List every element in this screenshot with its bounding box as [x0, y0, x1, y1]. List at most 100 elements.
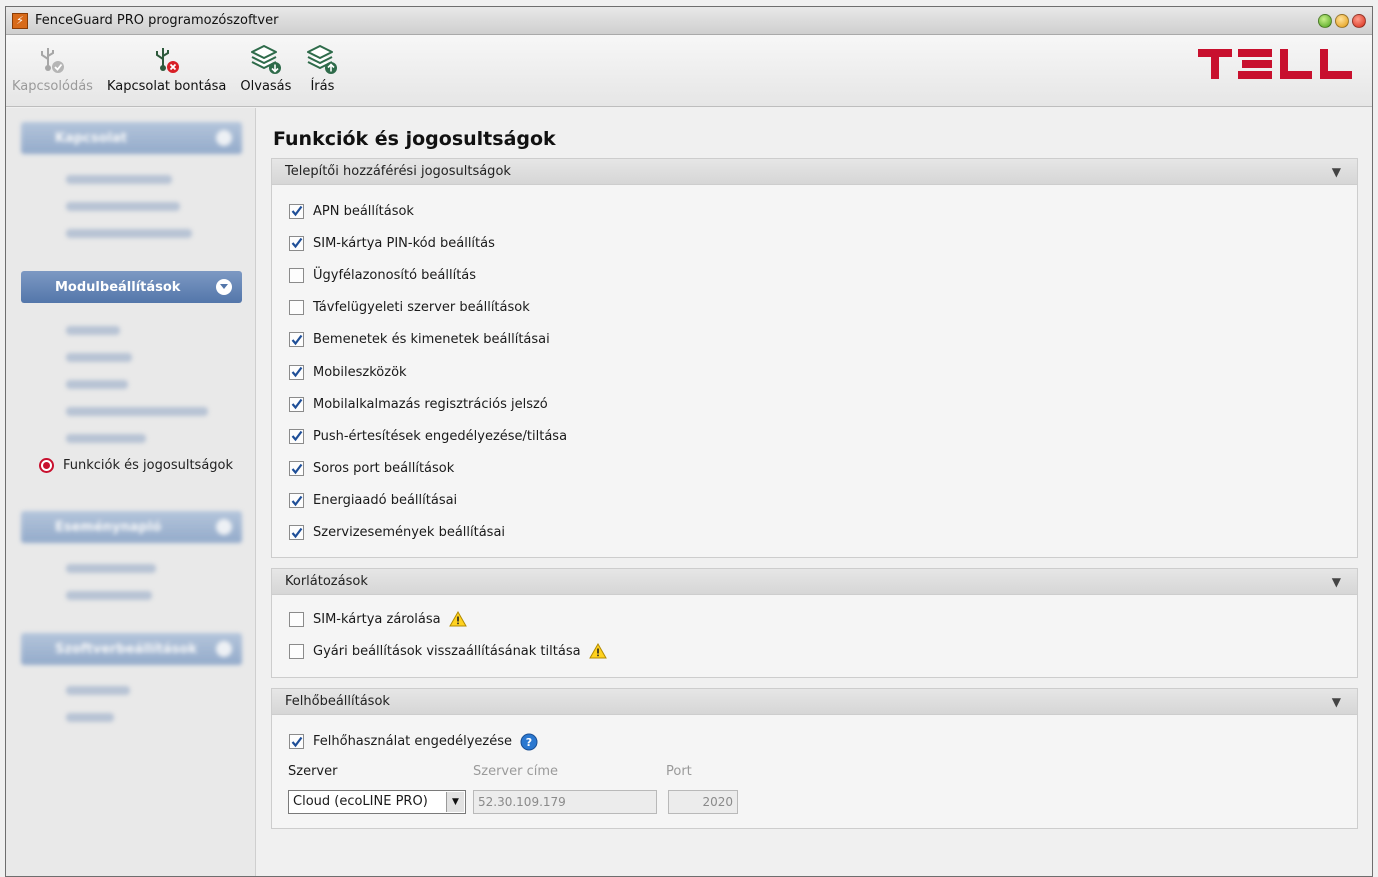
server-address-label: Szerver címe [473, 763, 559, 779]
sidebar-item[interactable] [66, 193, 255, 220]
permission-checkbox-row[interactable]: Távfelügyeleti szerver beállítások [272, 292, 1357, 324]
page-title: Funkciók és jogosultságok [273, 128, 556, 150]
permission-checkbox-row[interactable]: Mobileszközök [272, 356, 1357, 388]
sidebar-item[interactable] [66, 220, 255, 247]
sidebar-item[interactable] [66, 398, 255, 425]
chevron-icon [216, 641, 232, 657]
tell-logo [1198, 47, 1360, 85]
checkbox[interactable] [289, 611, 304, 627]
maximize-button[interactable] [1335, 13, 1349, 28]
sidebar-item[interactable] [66, 555, 255, 582]
server-label: Szerver [288, 763, 338, 779]
connect-label: Kapcsolódás [12, 79, 93, 94]
permission-checkbox-row[interactable]: Mobilalkalmazás regisztrációs jelszó [272, 388, 1357, 420]
port-value: 2020 [702, 794, 733, 809]
panel-header[interactable]: Korlátozások ▼ [272, 569, 1357, 596]
disconnect-label: Kapcsolat bontása [106, 79, 227, 94]
checkbox-label: Bemenetek és kimenetek beállításai [313, 332, 550, 348]
checkbox[interactable] [289, 332, 304, 348]
sidebar-group-software-settings[interactable]: Szoftverbeállítások [21, 633, 242, 665]
checkbox-label: Energiaadó beállításai [313, 493, 458, 509]
collapse-arrow-icon[interactable]: ▼ [1332, 695, 1341, 709]
disconnect-button[interactable]: Kapcsolat bontása [107, 35, 226, 94]
main-content: Funkciók és jogosultságok Telepítői hozz… [257, 108, 1372, 876]
restriction-list: SIM-kártya zárolása Gyári beállítások vi… [272, 595, 1357, 677]
sidebar-item-functions-permissions[interactable]: Funkciók és jogosultságok [39, 452, 255, 479]
cloud-enable-row[interactable]: Felhőhasználat engedélyezése ? [272, 725, 1357, 757]
port-input[interactable]: 2020 [668, 789, 738, 814]
checkbox[interactable] [289, 643, 304, 659]
sidebar-group-event-log[interactable]: Eseménynapló [21, 511, 242, 543]
collapse-arrow-icon[interactable]: ▼ [1332, 575, 1341, 589]
restriction-checkbox-row[interactable]: Gyári beállítások visszaállításának tilt… [272, 635, 1357, 667]
sidebar-item[interactable] [66, 425, 255, 452]
checkbox[interactable] [289, 267, 304, 283]
panel-header[interactable]: Felhőbeállítások ▼ [272, 689, 1357, 716]
help-icon[interactable]: ? [520, 733, 538, 751]
window-title: FenceGuard PRO programozószoftver [35, 13, 279, 28]
sidebar-item[interactable] [66, 344, 255, 371]
checkbox[interactable] [289, 203, 304, 219]
toolbar: Kapcsolódás Kapcsolat bontása Olvasás Ír… [6, 35, 1372, 107]
permission-checkbox-row[interactable]: APN beállítások [272, 195, 1357, 227]
field-labels: Szerver Szerver címe Port [272, 764, 1357, 782]
permission-checkbox-row[interactable]: Szervizesemények beállításai [272, 517, 1357, 549]
cloud-enable-checkbox[interactable] [289, 734, 304, 750]
sidebar-item[interactable] [66, 677, 255, 704]
cloud-settings-panel: Felhőbeállítások ▼ Felhőhasználat engedé… [271, 688, 1358, 829]
chevron-icon [216, 519, 232, 535]
checkbox[interactable] [289, 493, 304, 509]
checkbox-label: Ügyfélazonosító beállítás [313, 267, 477, 283]
checkbox-label: SIM-kártya PIN-kód beállítás [313, 235, 495, 251]
checkbox[interactable] [289, 300, 304, 316]
sidebar-item[interactable] [66, 166, 255, 193]
checkbox-label: Mobileszközök [313, 364, 407, 380]
write-button[interactable]: Írás [305, 35, 339, 94]
checkbox[interactable] [289, 428, 304, 444]
read-button[interactable]: Olvasás [240, 35, 291, 94]
checkbox[interactable] [289, 461, 304, 477]
checkbox[interactable] [289, 364, 304, 380]
dropdown-arrow-icon[interactable]: ▼ [446, 791, 464, 812]
usb-connect-icon [37, 41, 67, 79]
checkbox-label: Soros port beállítások [313, 461, 455, 477]
permission-checkbox-row[interactable]: Bemenetek és kimenetek beállításai [272, 324, 1357, 356]
window-controls [1318, 13, 1366, 28]
read-layers-icon [249, 41, 283, 79]
permission-list: APN beállítások SIM-kártya PIN-kód beáll… [272, 185, 1357, 557]
permission-checkbox-row[interactable]: Ügyfélazonosító beállítás [272, 259, 1357, 291]
panel-header[interactable]: Telepítői hozzáférési jogosultságok ▼ [272, 159, 1357, 185]
usb-disconnect-icon [152, 41, 182, 79]
sidebar-group-module-settings[interactable]: Modulbeállítások [21, 271, 242, 303]
app-icon: ⚡ [12, 12, 28, 29]
minimize-button[interactable] [1318, 13, 1332, 28]
permission-checkbox-row[interactable]: Energiaadó beállításai [272, 485, 1357, 517]
restriction-checkbox-row[interactable]: SIM-kártya zárolása [272, 603, 1357, 635]
collapse-arrow-icon[interactable]: ▼ [1332, 165, 1341, 179]
checkbox[interactable] [289, 235, 304, 251]
selected-radio-icon [39, 458, 54, 473]
panel-title: Felhőbeállítások [285, 694, 390, 710]
sidebar-group-connection[interactable]: Kapcsolat [21, 122, 242, 154]
checkbox-label: Távfelügyeleti szerver beállítások [313, 300, 530, 316]
restrictions-panel: Korlátozások ▼ SIM-kártya zárolása Gyári… [271, 568, 1358, 679]
checkbox-label: Mobilalkalmazás regisztrációs jelszó [313, 396, 548, 412]
sidebar-item[interactable] [66, 582, 255, 609]
sidebar-group-label: Eseménynapló [55, 519, 162, 535]
server-address-input[interactable]: 52.30.109.179 [473, 789, 657, 814]
permission-checkbox-row[interactable]: Push-értesítések engedélyezése/tiltása [272, 420, 1357, 452]
checkbox[interactable] [289, 525, 304, 541]
sidebar-item[interactable] [66, 317, 255, 344]
permission-checkbox-row[interactable]: Soros port beállítások [272, 453, 1357, 485]
sidebar-item[interactable] [66, 371, 255, 398]
warning-icon [588, 643, 607, 659]
close-button[interactable] [1352, 13, 1366, 28]
svg-text:?: ? [526, 736, 532, 749]
checkbox[interactable] [289, 396, 304, 412]
installer-permissions-panel: Telepítői hozzáférési jogosultságok ▼ AP… [271, 158, 1358, 559]
connect-button[interactable]: Kapcsolódás [12, 35, 93, 94]
server-select[interactable]: Cloud (ecoLINE PRO) ▼ [288, 789, 466, 814]
cloud-settings-body: Felhőhasználat engedélyezése ? Szerver S… [272, 715, 1357, 827]
sidebar-item[interactable] [66, 704, 255, 731]
permission-checkbox-row[interactable]: SIM-kártya PIN-kód beállítás [272, 227, 1357, 259]
